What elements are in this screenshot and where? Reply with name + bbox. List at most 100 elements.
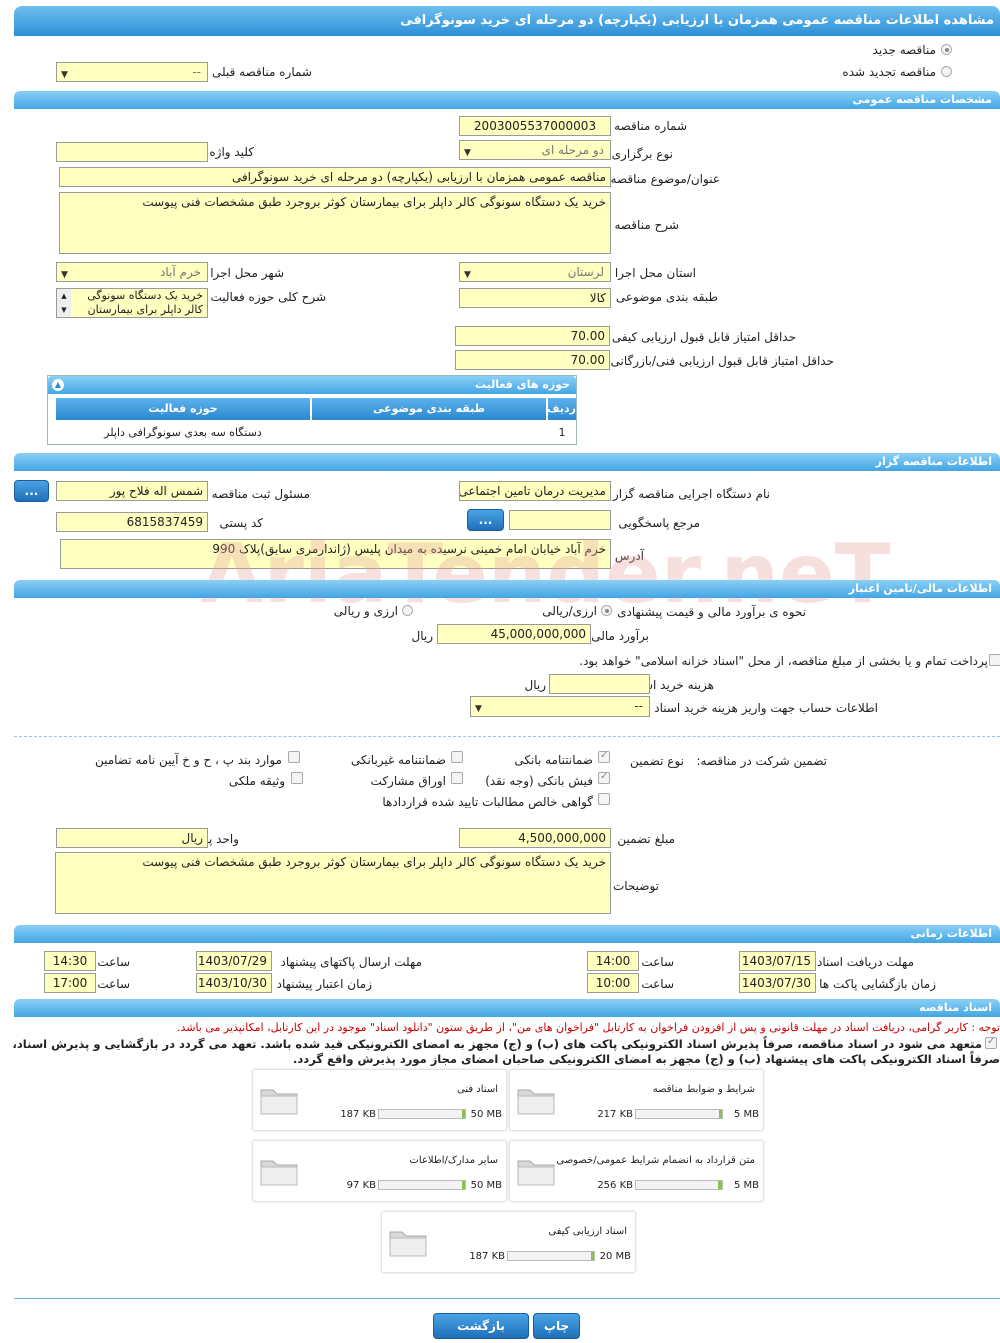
doc-file-name: اسناد ارزیابی کیفی [548,1226,627,1237]
section-general: مشخصات مناقصه عمومی [14,91,1000,109]
chevron-down-icon: ▼ [475,704,482,714]
activity-label: شرح کلی حوزه فعالیت [210,290,327,304]
receive-time-label: ساعت [641,955,674,969]
section-organizer: اطلاعات مناقصه گزار [14,453,1000,471]
opt1-label: ارزی/ریالی [542,604,597,618]
open-label: زمان بازگشایی پاکت ها [819,977,936,991]
account-label: اطلاعات حساب جهت واریز هزینه خرید اسناد [654,701,878,715]
doc-file-box[interactable]: اسناد فنی 50 MB 187 KB [252,1069,507,1131]
page-title: مشاهده اطلاعات مناقصه عمومی همزمان با ار… [14,6,1000,36]
property-checkbox[interactable] [291,772,303,784]
scroll-arrows-icon[interactable]: ▲ ▼ [57,289,71,317]
tender-no-field: 2003005537000003 [459,116,611,136]
clauses-checkbox[interactable] [288,751,300,763]
receive-date: 1403/07/15 [739,951,816,971]
cash-checkbox[interactable] [598,771,610,784]
registrar-field: شمس اله فلاح پور [56,481,208,501]
new-tender-label: مناقصه جدید [872,43,936,57]
province-label: استان محل اجرا [614,266,696,280]
td-row: 1 [558,426,566,439]
province-value: لرستان [567,265,604,279]
amount-label: مبلغ تضمین [617,832,675,846]
treasury-checkbox[interactable] [989,654,1000,666]
doc-file-name: اسناد فنی [457,1084,498,1095]
bank-guarantee-checkbox[interactable] [598,750,610,763]
chevron-down-icon: ▼ [61,270,68,280]
org-field: مدیریت درمان تامین اجتماعی [459,481,611,501]
clauses-label: موارد بند پ ، ح و خ آیین نامه تضامین [94,753,282,767]
doc-file-box[interactable]: متن قرارداد به انضمام شرایط عمومی/خصوصی 5… [509,1140,764,1202]
subject-field: مناقصه عمومی همزمان با ارزیابی (یکپارچه)… [59,167,611,187]
type-label: نوع برگزاری [611,147,673,161]
doc-file-progress [635,1109,723,1119]
claims-checkbox[interactable] [598,793,610,805]
validity-date: 1403/10/30 [196,973,272,993]
type-value: دو مرحله ای [541,143,604,157]
nonbank-guarantee-label: ضمانتنامه غیربانکی [350,753,446,767]
folder-icon [388,1226,428,1258]
table-row: 1 دستگاه سه بعدی سونوگرافی داپلر [48,422,576,444]
validity-time-label: ساعت [97,977,130,991]
docs-note-1: متعهد می شود در اسناد مناقصه، صرفاً پذیر… [12,1037,982,1051]
doc-fee-currency: ریال [524,678,546,692]
treasury-text: پرداخت تمام و یا بخشی از مبلغ مناقصه، از… [579,654,988,668]
print-button[interactable]: چاپ [533,1313,580,1339]
property-label: وثیقه ملکی [228,774,285,788]
doc-file-progress [378,1109,466,1119]
estimate-field: 45,000,000,000 [437,624,591,644]
currency-rial-radio[interactable] [402,605,413,616]
unit-field: ریال [56,828,208,848]
table-header-row: ردیف طبقه بندی موضوعی حوزه فعالیت [48,398,576,420]
activity-field: خرید یک دستگاه سونوگی کالر داپلر برای بی… [56,288,208,318]
bank-guarantee-label: ضمانتنامه بانکی [514,753,593,767]
docs-note-2: صرفاً اسناد الکترونیکی پاکت های پیشنهاد … [293,1052,1000,1066]
city-value: خرم آباد [160,265,201,279]
chevron-down-icon: ▼ [464,148,471,158]
back-button[interactable]: بازگشت [433,1313,529,1339]
doc-file-box[interactable]: شرایط و ضوابط مناقصه 5 MB 217 KB [509,1069,764,1131]
doc-file-max: 20 MB [599,1251,631,1262]
doc-file-box[interactable]: اسناد ارزیابی کیفی 20 MB 187 KB [381,1211,636,1273]
doc-file-box[interactable]: سایر مدارک/اطلاعات 50 MB 97 KB [252,1140,507,1202]
nonbank-guarantee-checkbox[interactable] [451,751,463,763]
validity-label: زمان اعتبار پیشنهاد [276,977,372,991]
renewed-tender-radio[interactable] [941,66,952,77]
prev-tender-value: -- [192,65,201,79]
subject-label: عنوان/موضوع مناقصه [610,172,720,186]
notes-field: خرید یک دستگاه سونوگی کالر داپلر برای بی… [55,852,611,914]
send-time: 14:30 [44,951,96,971]
doc-file-size: 217 KB [597,1109,633,1120]
rial-radio[interactable] [601,605,612,616]
desc-field: خرید یک دستگاه سونوگی کالر داپلر برای بی… [59,192,611,254]
province-select[interactable]: لرستان ▼ [459,262,611,282]
tender-no-label: شماره مناقصه [614,119,687,133]
min-tech-label: حداقل امتیاز قابل قبول ارزیابی فنی/بازرگ… [610,354,834,368]
registrar-more-button[interactable]: ... [14,480,49,502]
estimate-method-label: نحوه ی برآورد مالی و قیمت پیشنهادی [617,605,806,619]
type-select[interactable]: دو مرحله ای ▼ [459,140,611,160]
keyword-field[interactable] [56,142,208,162]
activity-table-title: حوزه های فعالیت ▲ [48,376,576,394]
bonds-checkbox[interactable] [451,772,463,784]
doc-file-size: 97 KB [346,1180,376,1191]
min-tech-field: 70.00 [455,350,610,370]
folder-icon [516,1155,556,1187]
doc-file-progress-fill [718,1181,722,1189]
chevron-down-icon: ▼ [464,270,471,280]
folder-icon [516,1084,556,1116]
new-tender-radio[interactable] [941,44,952,55]
doc-file-max: 50 MB [470,1109,502,1120]
prev-tender-select[interactable]: -- ▼ [56,62,208,82]
city-select[interactable]: خرم آباد ▼ [56,262,208,282]
section-timing: اطلاعات زمانی [14,925,1000,943]
account-select[interactable]: -- ▼ [470,696,650,717]
activity-table-title-text: حوزه های فعالیت [475,378,570,391]
cash-label: فیش بانکی (وجه نقد) [485,774,593,788]
collapse-icon[interactable]: ▲ [52,379,64,391]
section-finance: اطلاعات مالی/تامین اعتبار [14,580,1000,598]
city-label: شهر محل اجرا [210,266,284,280]
amount-field: 4,500,000,000 [459,828,611,848]
doc-file-max: 50 MB [470,1180,502,1191]
keyword-label: کلید واژه [209,145,254,159]
docs-commit-checkbox[interactable] [985,1036,997,1049]
